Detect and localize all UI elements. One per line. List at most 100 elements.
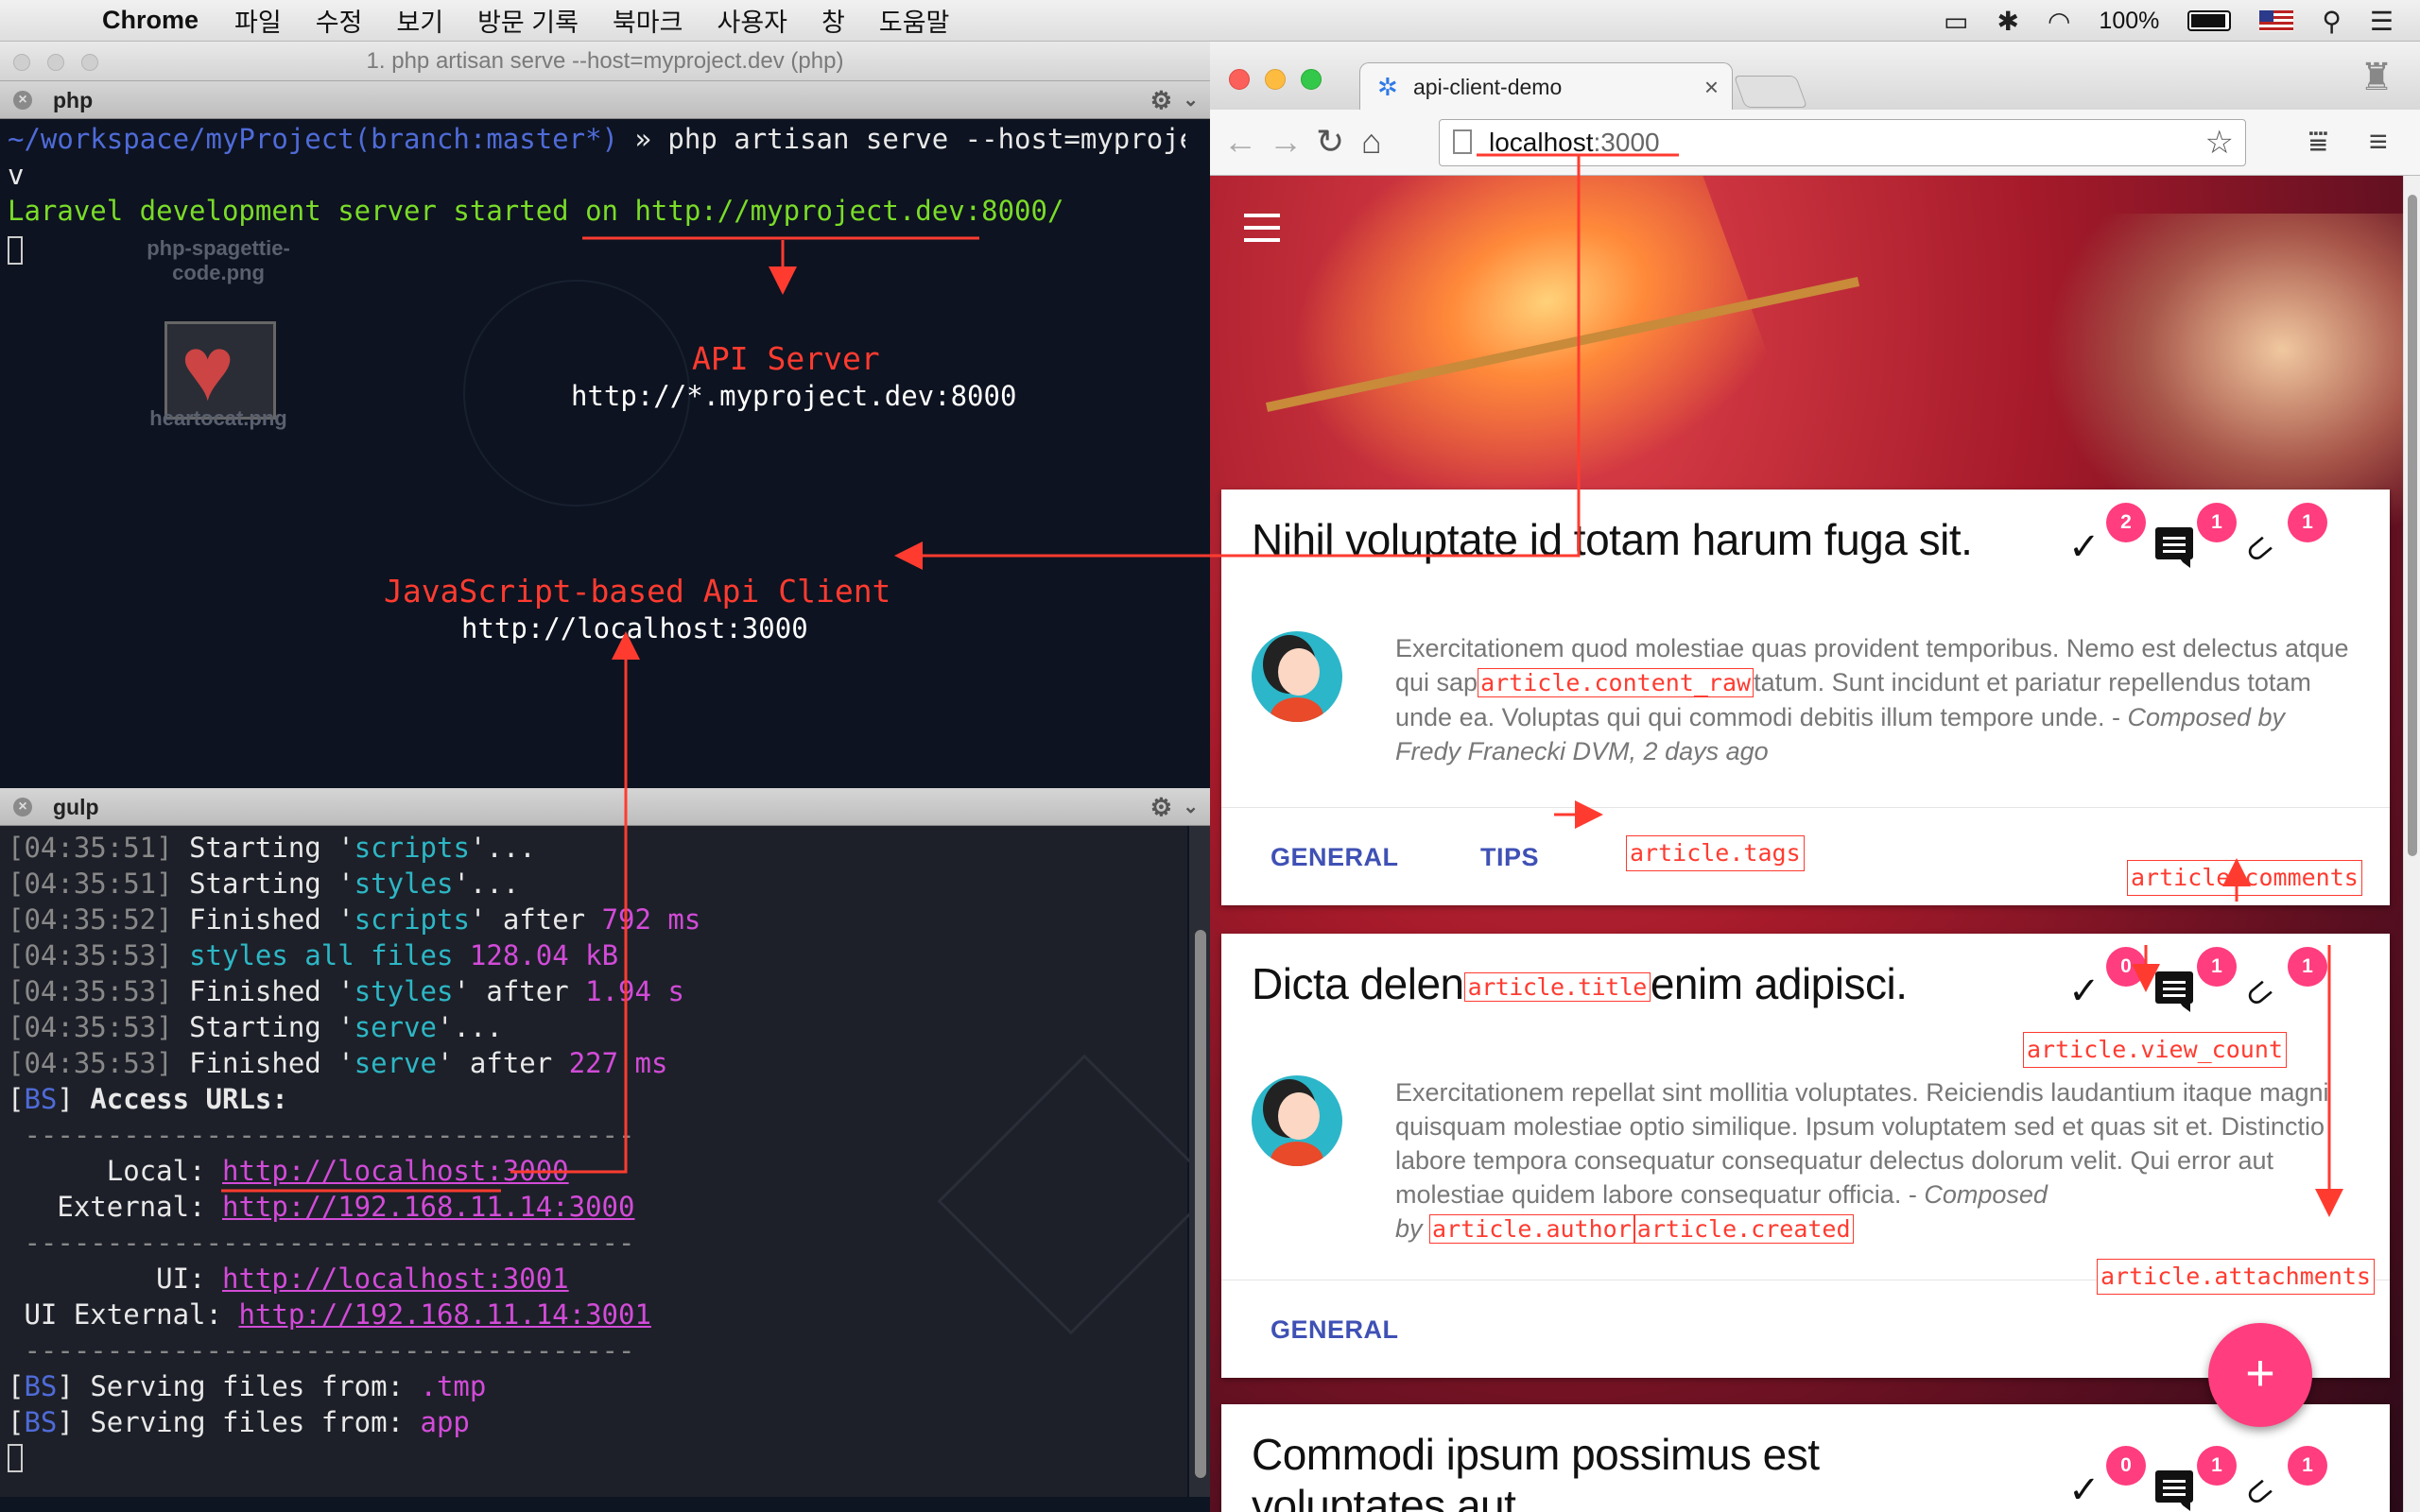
- notification-center-icon[interactable]: ☰: [2370, 6, 2394, 37]
- input-source-flag-icon[interactable]: [2259, 10, 2294, 31]
- menu-bookmarks[interactable]: 북마크: [613, 2, 683, 39]
- article-stats: ✓ 2 1 ⊂ 1: [2068, 503, 2361, 575]
- article-card[interactable]: Commodi ipsum possimus est voluptates au…: [1221, 1404, 2390, 1512]
- menu-help[interactable]: 도움말: [879, 2, 950, 39]
- article-title[interactable]: Commodi ipsum possimus est voluptates au…: [1252, 1429, 1970, 1512]
- author-avatar: [1252, 1075, 1342, 1166]
- minimize-window-button[interactable]: [1265, 69, 1286, 90]
- php-pane[interactable]: php-spagettie-code.png heartocat.png ~/w…: [0, 119, 1210, 644]
- log-punct: ]: [156, 868, 190, 900]
- pane-name: gulp: [53, 795, 99, 819]
- address-bar[interactable]: localhost:3000 ☆: [1439, 119, 2246, 166]
- log-text: ' after: [437, 1047, 569, 1079]
- menubar-app-name[interactable]: Chrome: [102, 6, 199, 35]
- pane-header-gulp[interactable]: × gulp ⚙ ⌄: [0, 788, 1210, 826]
- log-text: Starting ': [189, 868, 354, 900]
- close-window-button[interactable]: [13, 54, 30, 71]
- url-link[interactable]: http://localhost:3000: [222, 1155, 569, 1187]
- log-text: ' after: [469, 903, 602, 936]
- reload-icon[interactable]: ↻: [1316, 123, 1344, 161]
- tag-general[interactable]: GENERAL: [1270, 843, 1399, 872]
- extension-icon[interactable]: ⩸: [2308, 123, 2328, 161]
- bookmark-star-icon[interactable]: ☆: [2205, 120, 2234, 165]
- zoom-window-button[interactable]: [81, 54, 98, 71]
- bluetooth-icon[interactable]: ✱: [1997, 6, 2019, 37]
- php-pane-scrollbar-track: [1185, 119, 1210, 525]
- attachment-count-badge: 1: [2288, 947, 2327, 987]
- menu-edit[interactable]: 수정: [316, 2, 363, 39]
- log-timestamp: 04:35:51: [24, 832, 157, 864]
- log-duration: 128.04 kB: [469, 939, 619, 971]
- tab-api-client-demo[interactable]: ✲ api-client-demo ×: [1359, 62, 1733, 110]
- comment-icon[interactable]: [2155, 527, 2193, 568]
- output-url[interactable]: http://myproject.dev:8000/: [634, 195, 1063, 227]
- bs-tag: BS: [24, 1370, 58, 1402]
- battery-icon[interactable]: [2187, 10, 2232, 31]
- close-tab-icon[interactable]: ×: [1704, 63, 1719, 111]
- chevron-down-icon[interactable]: ⌄: [1183, 788, 1199, 826]
- attachment-icon[interactable]: ⊂: [2235, 524, 2282, 574]
- log-punct: [: [8, 1370, 25, 1402]
- gulp-pane[interactable]: [04:35:51] Starting 'scripts'... [04:35:5…: [0, 826, 1210, 1497]
- comment-icon[interactable]: [2155, 1470, 2193, 1511]
- close-pane-icon[interactable]: ×: [13, 798, 32, 816]
- minimize-window-button[interactable]: [47, 54, 64, 71]
- ui-external-url-line: UI External: http://192.168.11.14:3001: [8, 1297, 700, 1332]
- tab-title: api-client-demo: [1413, 75, 1563, 99]
- new-tab-button[interactable]: [1733, 76, 1808, 108]
- tag-general[interactable]: GENERAL: [1270, 1315, 1399, 1345]
- add-article-fab-button[interactable]: +: [2208, 1323, 2312, 1427]
- spotlight-search-icon[interactable]: ⚲: [2322, 6, 2342, 37]
- apple-menu-icon[interactable]: [38, 5, 70, 37]
- log-punct: ]: [156, 1047, 190, 1079]
- log-text: Starting ': [189, 832, 354, 864]
- url-link[interactable]: http://localhost:3001: [222, 1263, 569, 1295]
- gear-icon[interactable]: ⚙: [1150, 81, 1172, 119]
- menu-window[interactable]: 창: [821, 2, 845, 39]
- check-icon: ✓: [2068, 971, 2100, 1012]
- user-profile-icon[interactable]: ♜: [2352, 57, 2401, 98]
- scrollbar-thumb[interactable]: [2408, 195, 2417, 856]
- back-arrow-icon[interactable]: ←: [1223, 123, 1257, 161]
- article-card[interactable]: Nihil voluptate id totam harum fuga sit.…: [1221, 490, 2390, 905]
- article-card[interactable]: Dicta delen article.titleenim adipisci. ✓…: [1221, 934, 2390, 1378]
- url-link[interactable]: http://192.168.11.14:3000: [222, 1191, 635, 1223]
- log-text: Starting ': [189, 1011, 354, 1043]
- menu-history[interactable]: 방문 기록: [477, 2, 579, 39]
- article-title[interactable]: Dicta delen article.titleenim adipisci.: [1252, 958, 1908, 1009]
- article-byline: Composed: [1924, 1180, 2048, 1209]
- url-label: UI:: [8, 1263, 222, 1295]
- page-scrollbar[interactable]: [2403, 176, 2420, 1512]
- chevron-down-icon[interactable]: ⌄: [1183, 81, 1199, 119]
- article-title[interactable]: Nihil voluptate id totam harum fuga sit.: [1252, 514, 1973, 565]
- scrollbar-thumb[interactable]: [1195, 930, 1206, 1478]
- chrome-menu-icon[interactable]: ≡: [2369, 123, 2388, 161]
- hamburger-menu-icon[interactable]: [1244, 214, 1280, 242]
- tag-tips[interactable]: TIPS: [1480, 843, 1539, 872]
- menu-people[interactable]: 사용자: [717, 2, 787, 39]
- api-client-annotation: JavaScript-based Api Client: [384, 573, 891, 610]
- desktop-file-name-a: php-spagettie-: [147, 236, 290, 260]
- forward-arrow-icon[interactable]: →: [1269, 123, 1303, 161]
- gear-icon[interactable]: ⚙: [1150, 788, 1172, 826]
- airplay-icon[interactable]: ▭: [1944, 6, 1968, 37]
- pane-header-php[interactable]: × php ⚙ ⌄: [0, 81, 1210, 119]
- close-pane-icon[interactable]: ×: [13, 91, 32, 110]
- menu-file[interactable]: 파일: [234, 2, 282, 39]
- log-separator: -------------------------------------: [8, 1119, 635, 1151]
- log-separator: -------------------------------------: [8, 1227, 635, 1259]
- gulp-pane-scrollbar[interactable]: [1189, 826, 1210, 1497]
- comment-icon[interactable]: [2155, 971, 2193, 1012]
- attachment-icon[interactable]: ⊂: [2235, 969, 2282, 1018]
- menu-view[interactable]: 보기: [396, 2, 443, 39]
- attachment-count-badge: 1: [2288, 1446, 2327, 1486]
- label-comments: article.comments: [2127, 860, 2362, 896]
- close-window-button[interactable]: [1229, 69, 1250, 90]
- log-text: Serving files from:: [90, 1370, 421, 1402]
- check-icon: ✓: [2068, 526, 2100, 568]
- url-link[interactable]: http://192.168.11.14:3001: [238, 1298, 651, 1331]
- home-icon[interactable]: ⌂: [1361, 123, 1382, 161]
- zoom-window-button[interactable]: [1301, 69, 1322, 90]
- wifi-icon[interactable]: ◠: [2048, 6, 2070, 37]
- attachment-icon[interactable]: ⊂: [2235, 1468, 2282, 1512]
